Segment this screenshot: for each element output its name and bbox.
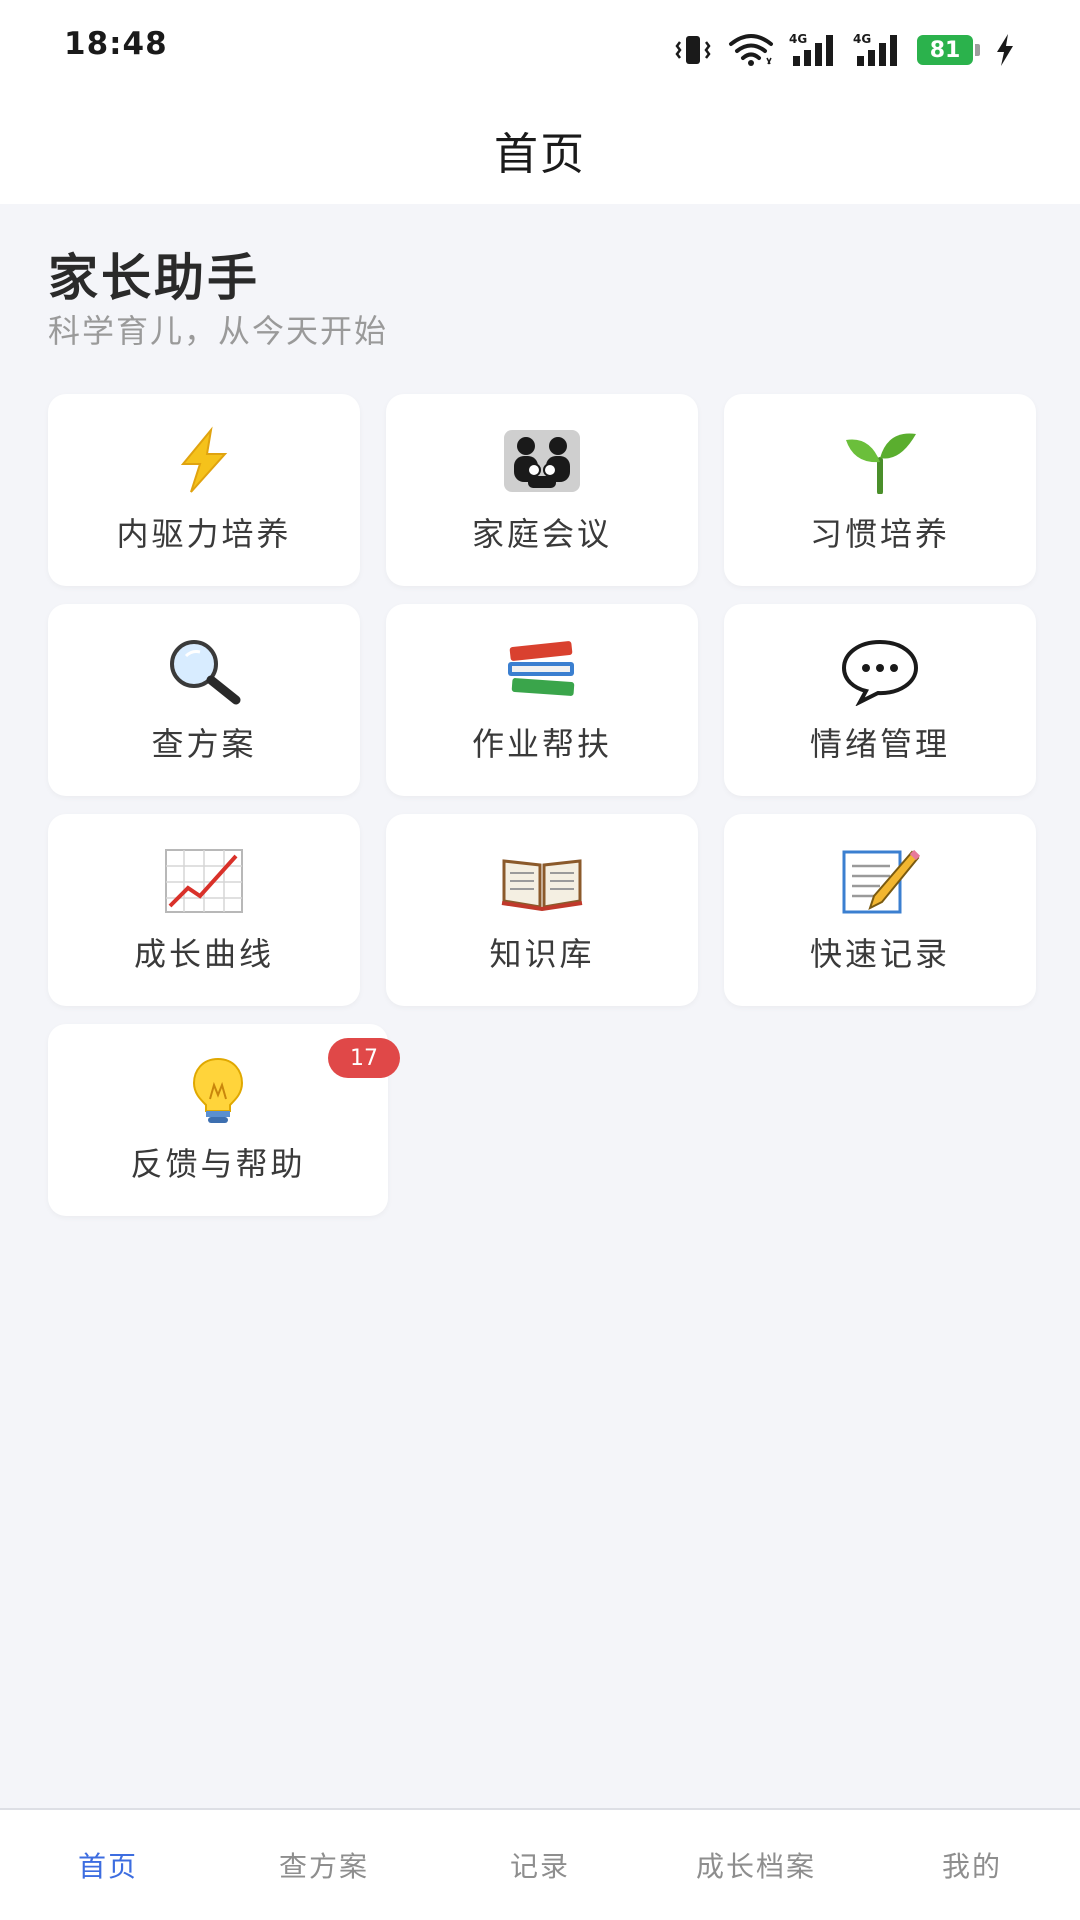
status-bar: 18:48 4G 4G 81 [0,0,1080,96]
tile-homework-help[interactable]: 作业帮扶 [386,604,698,796]
tile-quick-record[interactable]: 快速记录 [724,814,1036,1006]
bottom-nav: 首页 查方案 记录 成长档案 我的 [0,1808,1080,1920]
lightbulb-icon [176,1055,260,1127]
signal-icon: 4G [789,32,833,66]
nav-me[interactable]: 我的 [864,1810,1080,1920]
lightning-icon [162,425,246,497]
signal-1-label: 4G [789,32,807,46]
tile-label: 情绪管理 [809,725,950,763]
battery-tip [975,44,980,56]
title-bar: 首页 [0,96,1080,204]
battery-icon: 81 [917,35,980,65]
app-subtitle: 科学育儿，从今天开始 [48,312,389,350]
wifi-icon [729,34,773,66]
tile-find-solutions[interactable]: 查方案 [48,604,360,796]
nav-home[interactable]: 首页 [0,1810,216,1920]
app-name: 家长助手 [48,249,260,307]
tile-label: 习惯培养 [809,515,950,553]
page-title: 首页 [494,129,586,180]
status-icons: 4G 4G 81 [673,30,1016,70]
tile-feedback-help[interactable]: 反馈与帮助 17 [48,1024,400,1216]
tile-growth-curve[interactable]: 成长曲线 [48,814,360,1006]
tile-family-meeting[interactable]: 家庭会议 [386,394,698,586]
nav-find-solutions[interactable]: 查方案 [216,1810,432,1920]
tile-emotion-management[interactable]: 情绪管理 [724,604,1036,796]
signal-icon: 4G [853,32,897,66]
seedling-icon [838,425,922,497]
family-icon [500,425,584,497]
signal-2-label: 4G [853,32,871,46]
tile-habit-building[interactable]: 习惯培养 [724,394,1036,586]
magnifier-icon [162,635,246,707]
status-time: 18:48 [64,26,168,62]
vibrate-icon [675,36,711,64]
memo-icon [838,845,922,917]
speech-bubble-icon [838,635,922,707]
tile-label: 查方案 [151,725,257,763]
tile-knowledge-base[interactable]: 知识库 [386,814,698,1006]
notification-badge: 17 [328,1038,400,1078]
tile-label: 反馈与帮助 [130,1145,306,1183]
books-icon [500,635,584,707]
tile-label: 成长曲线 [133,935,274,973]
tile-label: 内驱力培养 [116,515,292,553]
battery-level: 81 [917,35,973,65]
tile-label: 作业帮扶 [471,725,612,763]
nav-growth-archive[interactable]: 成长档案 [648,1810,864,1920]
tile-label: 知识库 [489,935,595,973]
tile-label: 家庭会议 [471,515,612,553]
tile-intrinsic-motivation[interactable]: 内驱力培养 [48,394,360,586]
tile-label: 快速记录 [809,935,950,973]
charging-icon [997,34,1013,66]
nav-records[interactable]: 记录 [432,1810,648,1920]
chart-up-icon [162,845,246,917]
open-book-icon [500,845,584,917]
